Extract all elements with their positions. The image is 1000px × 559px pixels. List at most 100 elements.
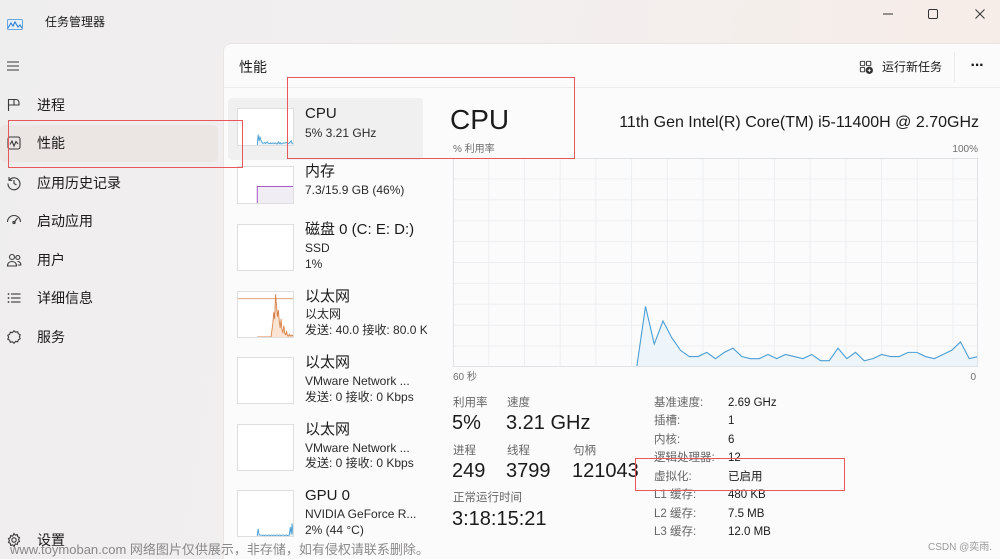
run-new-task-button[interactable]: 运行新任务 xyxy=(856,55,948,81)
device-detail: 7.3/15.9 GB (46%) xyxy=(305,183,405,197)
maximize-button[interactable] xyxy=(918,4,948,24)
uptime-label: 正常运行时间 xyxy=(453,492,522,504)
sidebar-item-performance[interactable]: 性能 xyxy=(0,125,218,162)
device-detail: 发送: 0 接收: 0 Kbps xyxy=(305,456,414,470)
processes-label: 进程 xyxy=(453,445,476,457)
cpu-thumbnail-graph xyxy=(256,134,293,145)
ethernet-thumbnail-graph xyxy=(238,425,293,470)
minimize-button[interactable] xyxy=(873,4,903,24)
device-name[interactable]: 以太网 xyxy=(305,354,350,372)
utilization-label: 利用率 xyxy=(453,397,488,409)
run-task-icon xyxy=(859,60,873,74)
device-detail: VMware Network ... xyxy=(305,374,410,388)
spec-value: 已启用 xyxy=(728,471,763,483)
device-thumbnail-cpu[interactable] xyxy=(237,108,294,146)
processes-value: 249 xyxy=(452,460,486,482)
x-axis-left-label: 60 秒 xyxy=(453,372,477,383)
gpu-thumbnail-graph xyxy=(256,523,293,536)
threads-value: 3799 xyxy=(506,460,551,482)
header-divider xyxy=(224,87,1000,88)
device-detail: 发送: 0 接收: 0 Kbps xyxy=(305,390,414,404)
device-name[interactable]: GPU 0 xyxy=(305,487,350,505)
utilization-value: 5% xyxy=(452,412,481,434)
device-detail: 5% 3.21 GHz xyxy=(305,126,377,140)
cpu-model-name: 11th Gen Intel(R) Core(TM) i5-11400H @ 2… xyxy=(619,114,979,131)
sidebar-item-label: 启动应用 xyxy=(37,213,93,229)
users-icon xyxy=(6,252,22,268)
watermark-text: www.toymoban.com 网络图片仅供展示，非存储，如有侵权请联系删除。 xyxy=(10,542,429,557)
thumbnail-area xyxy=(257,523,293,536)
sidebar-item-app-history[interactable]: 应用历史记录 xyxy=(0,165,218,202)
spec-value: 6 xyxy=(728,434,735,446)
close-icon xyxy=(975,9,985,19)
device-thumbnail-ethernet-vmware-1[interactable] xyxy=(237,357,294,404)
handles-value: 121043 xyxy=(572,460,639,482)
processes-icon xyxy=(6,97,22,113)
close-button[interactable] xyxy=(965,4,995,24)
speed-value: 3.21 GHz xyxy=(506,412,591,434)
spec-label: 插槽: xyxy=(654,415,681,427)
hamburger-icon[interactable] xyxy=(5,58,21,74)
x-axis-right-label: 0 xyxy=(970,372,976,383)
disk-thumbnail-graph xyxy=(238,225,293,270)
speed-label: 速度 xyxy=(507,397,530,409)
performance-icon xyxy=(6,135,22,151)
sidebar-item-label: 服务 xyxy=(37,329,65,345)
spec-value: 12.0 MB xyxy=(728,526,771,538)
sidebar-item-label: 进程 xyxy=(37,97,65,113)
more-options-button[interactable]: ··· xyxy=(962,55,992,79)
credit-text: CSDN @奕雨. xyxy=(928,542,993,553)
sidebar-item-startup-apps[interactable]: 启动应用 xyxy=(0,203,218,240)
device-name[interactable]: 以太网 xyxy=(305,421,350,439)
sidebar-item-users[interactable]: 用户 xyxy=(0,242,218,279)
task-manager-icon xyxy=(7,17,23,30)
device-detail: 1% xyxy=(305,257,323,271)
thumbnail-line xyxy=(256,134,293,145)
spec-label: L2 缓存: xyxy=(654,508,697,520)
spec-value: 7.5 MB xyxy=(728,508,765,520)
device-thumbnail-ethernet[interactable] xyxy=(237,291,294,338)
sidebar-item-services[interactable]: 服务 xyxy=(0,319,218,356)
maximize-icon xyxy=(928,9,938,19)
spec-value: 2.69 GHz xyxy=(728,397,777,409)
device-thumbnail-disk[interactable] xyxy=(237,224,294,271)
run-new-task-label: 运行新任务 xyxy=(882,60,943,74)
spec-value: 1 xyxy=(728,415,735,427)
thumbnail-area xyxy=(257,186,293,203)
sidebar-item-label: 用户 xyxy=(37,252,65,268)
device-detail: SSD xyxy=(305,241,330,255)
page-title: 性能 xyxy=(239,59,267,75)
device-detail: 发送: 40.0 接收: 80.0 K xyxy=(305,323,427,337)
sidebar-item-label: 性能 xyxy=(37,135,65,151)
device-name[interactable]: CPU xyxy=(305,105,337,123)
cpu-utilization-chart xyxy=(453,158,979,368)
device-name[interactable]: 磁盘 0 (C: E: D:) xyxy=(305,221,414,239)
device-thumbnail-gpu[interactable] xyxy=(237,490,294,537)
detail-title: CPU xyxy=(450,104,510,135)
startup-icon xyxy=(6,213,22,229)
y-axis-label: % 利用率 xyxy=(453,144,495,155)
history-icon xyxy=(6,175,22,191)
window-title: 任务管理器 xyxy=(45,15,106,29)
ethernet-thumbnail-graph xyxy=(238,294,293,337)
sidebar-item-processes[interactable]: 进程 xyxy=(0,87,218,124)
sidebar-item-label: 应用历史记录 xyxy=(37,175,121,191)
handles-label: 句柄 xyxy=(573,445,596,457)
threads-label: 线程 xyxy=(507,445,530,457)
spec-label: 逻辑处理器: xyxy=(654,452,715,464)
uptime-value: 3:18:15:21 xyxy=(452,508,547,530)
device-name[interactable]: 以太网 xyxy=(305,288,350,306)
device-thumbnail-memory[interactable] xyxy=(237,166,294,204)
device-detail: 以太网 xyxy=(305,307,342,321)
sidebar-item-details[interactable]: 详细信息 xyxy=(0,280,218,317)
device-thumbnail-ethernet-vmware-2[interactable] xyxy=(237,424,294,471)
spec-label: 基准速度: xyxy=(654,397,704,409)
y-max-tick-label: 100% xyxy=(952,144,978,155)
services-icon xyxy=(6,329,22,345)
cpu-chart-svg xyxy=(453,158,979,368)
device-detail: NVIDIA GeForce R... xyxy=(305,507,417,521)
spec-label: L1 缓存: xyxy=(654,489,697,501)
device-name[interactable]: 内存 xyxy=(305,163,335,181)
spec-label: 内核: xyxy=(654,434,681,446)
minimize-icon xyxy=(883,13,893,15)
